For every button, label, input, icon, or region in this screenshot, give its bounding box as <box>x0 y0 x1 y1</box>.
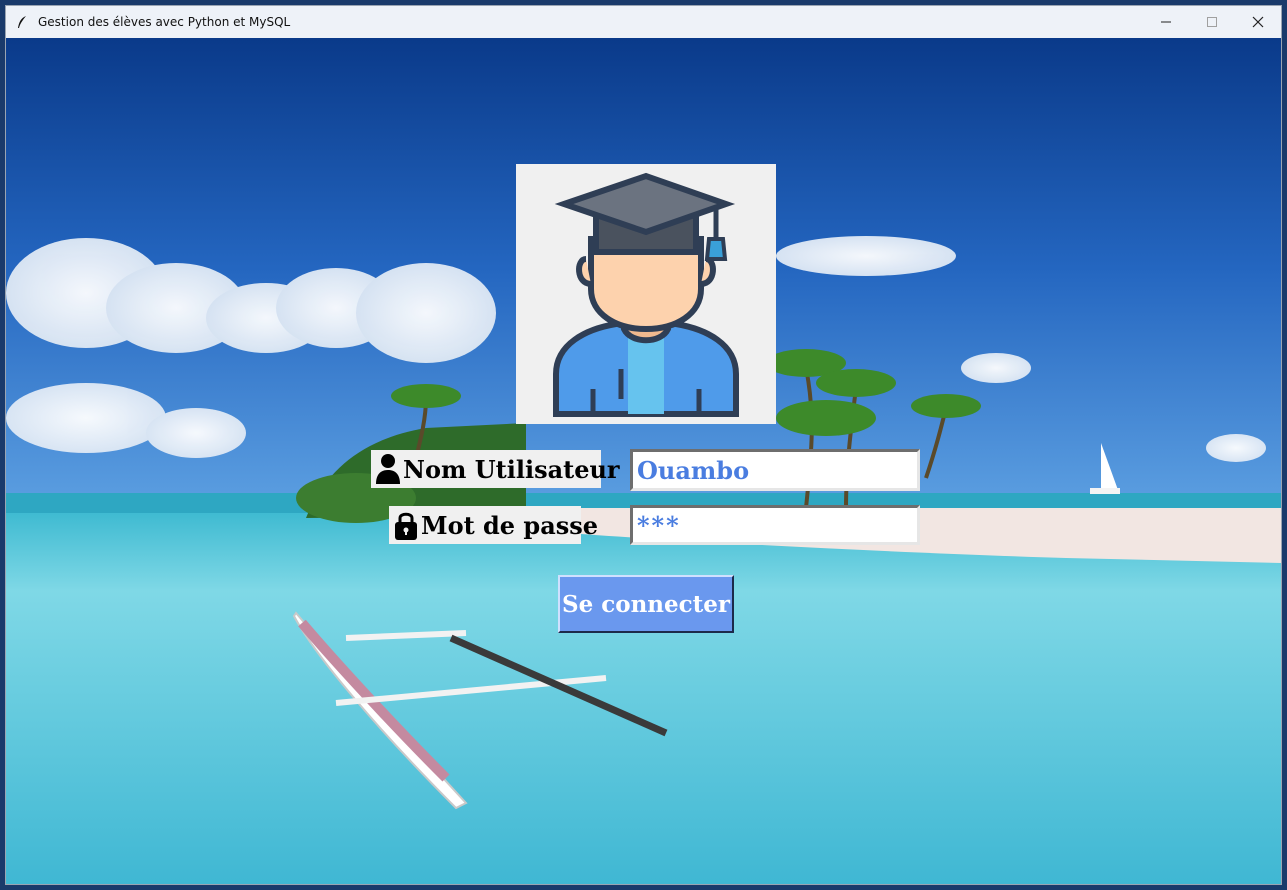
minimize-icon <box>1161 21 1171 23</box>
feather-icon <box>15 15 29 29</box>
title-bar[interactable]: Gestion des élèves avec Python et MySQL <box>6 6 1281 38</box>
login-button[interactable]: Se connecter <box>558 575 734 633</box>
username-label: Nom Utilisateur <box>371 450 620 488</box>
password-label: Mot de passe <box>389 506 598 544</box>
maximize-icon <box>1207 17 1217 27</box>
close-button[interactable] <box>1235 6 1281 38</box>
login-screen: Nom Utilisateur Mot de passe Se connecte… <box>6 38 1281 884</box>
app-window: Gestion des élèves avec Python et MySQL <box>5 5 1282 885</box>
username-label-text: Nom Utilisateur <box>403 454 620 484</box>
password-input[interactable] <box>630 505 920 545</box>
user-icon <box>375 453 401 485</box>
minimize-button[interactable] <box>1143 6 1189 38</box>
lock-icon <box>393 509 419 541</box>
close-icon <box>1252 16 1264 28</box>
username-input[interactable] <box>630 449 920 491</box>
window-title: Gestion des élèves avec Python et MySQL <box>38 15 291 29</box>
maximize-button[interactable] <box>1189 6 1235 38</box>
password-label-text: Mot de passe <box>421 510 599 540</box>
graduate-student-icon <box>516 164 776 424</box>
